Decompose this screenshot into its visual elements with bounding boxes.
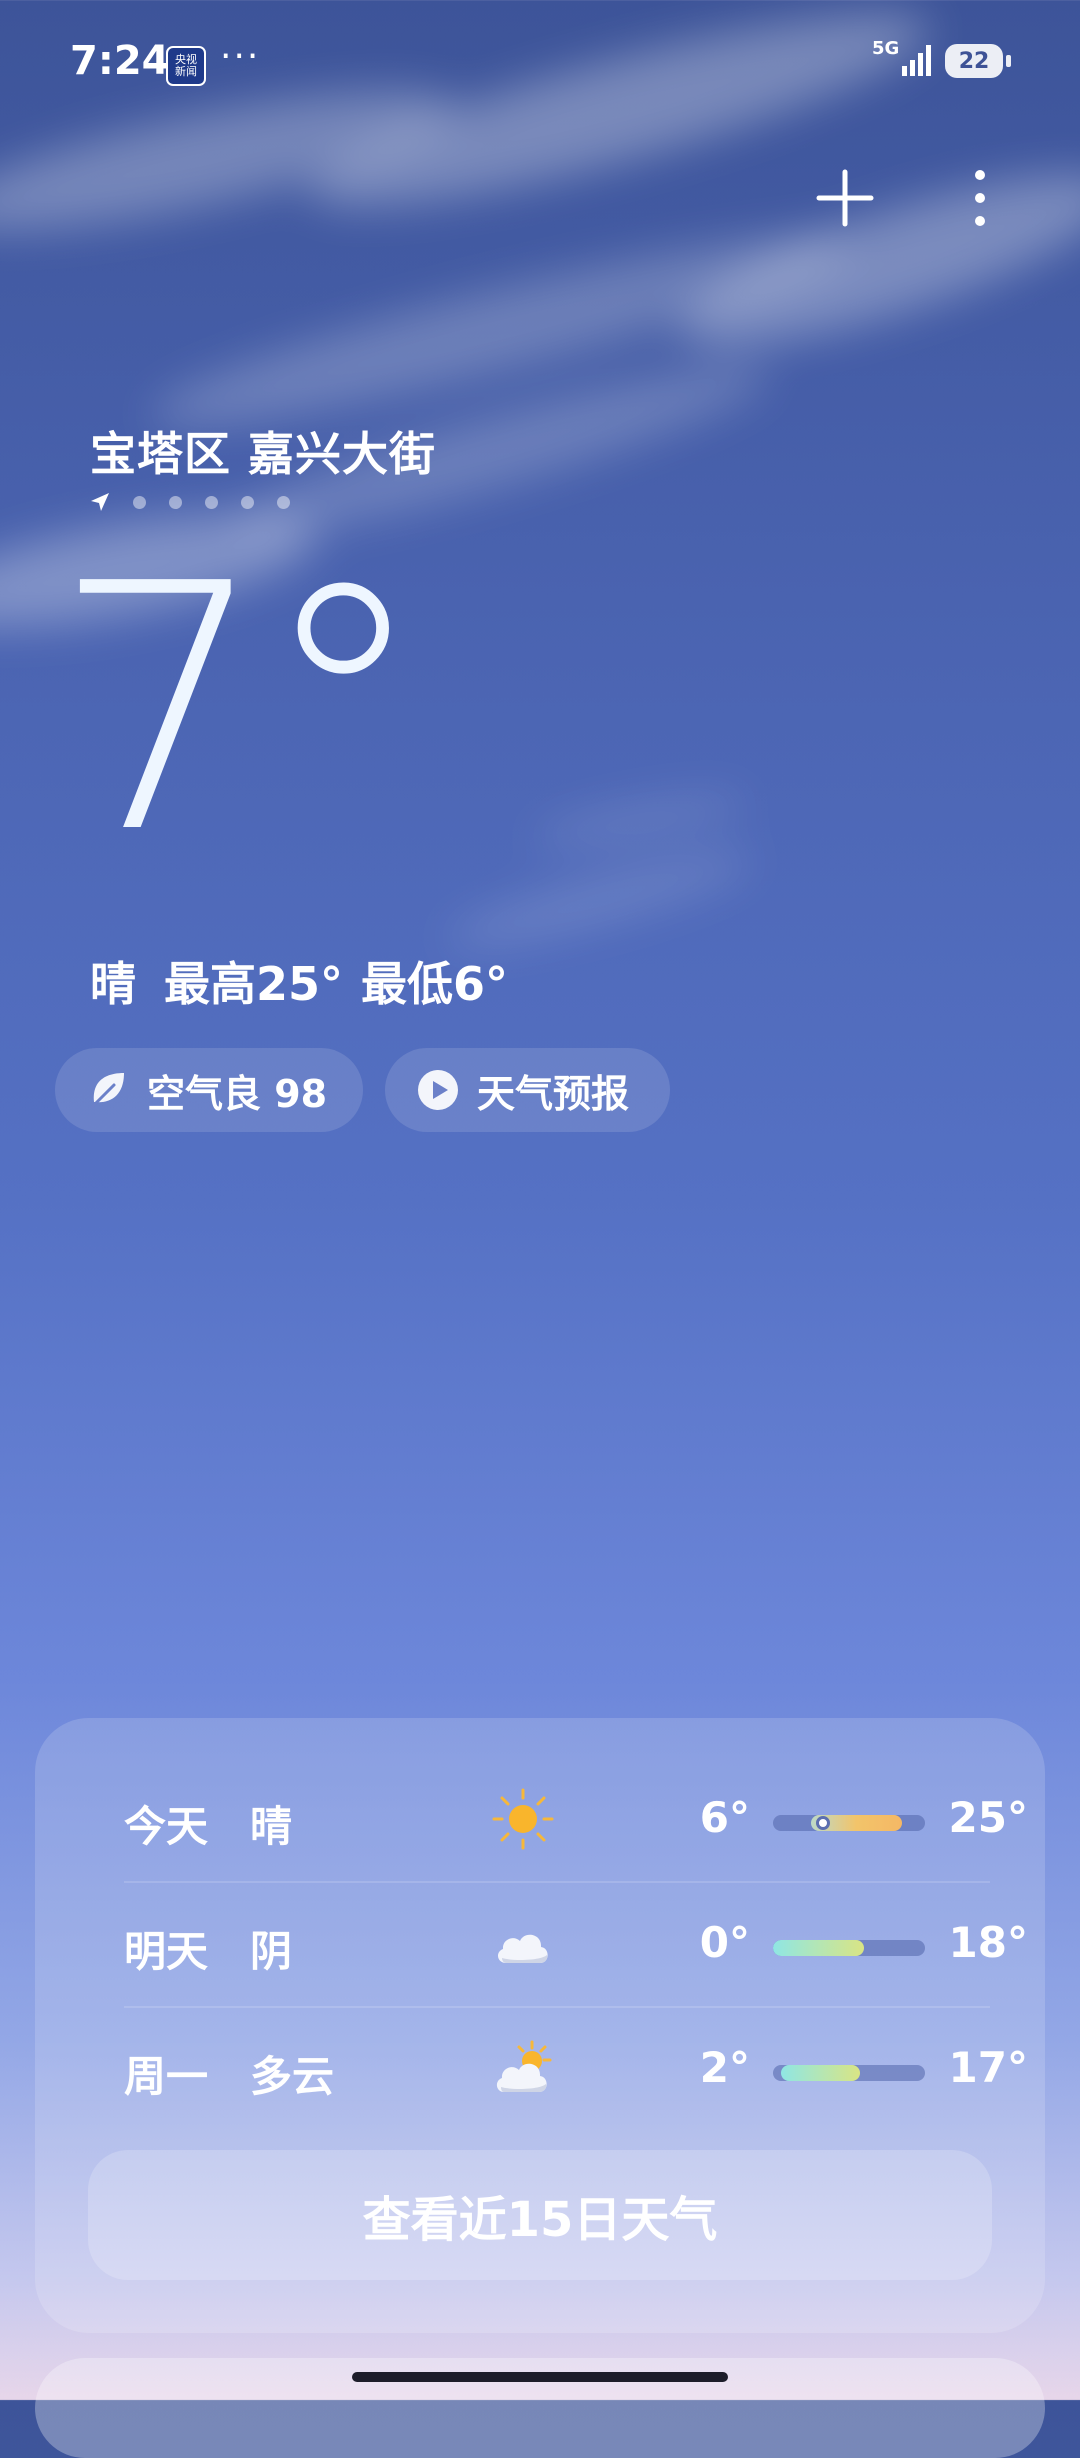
temperature-range-bar xyxy=(773,2065,925,2081)
page-dot xyxy=(241,495,254,509)
forecast-day: 周一 xyxy=(124,2052,209,2101)
forecast-high: 18° xyxy=(948,1918,1028,1967)
status-bar: 7:24 央视 新闻 ··· 5G 22 xyxy=(0,0,1080,120)
air-quality-label: 空气良 98 xyxy=(147,1071,328,1116)
today-low: 最低6° xyxy=(361,957,509,1011)
forecast-day: 今天 xyxy=(124,1802,209,1851)
forecast-low: 0° xyxy=(699,1918,750,1967)
range-fill-tomorrow xyxy=(773,1940,865,1956)
forecast-row-monday[interactable]: 周一 多云 2° 17° xyxy=(90,2008,1028,2133)
battery-icon: 22 xyxy=(945,44,1011,78)
signal-icon xyxy=(902,45,931,76)
network-type: 5G xyxy=(872,38,900,59)
forecast-low: 2° xyxy=(699,2043,750,2092)
forecast-condition: 晴 xyxy=(250,1802,293,1851)
forecast-day: 明天 xyxy=(124,1927,209,1976)
current-temp-marker xyxy=(815,1816,830,1830)
page-dot xyxy=(277,495,290,509)
partly-cloudy-icon xyxy=(496,2040,552,2092)
location-arrow-icon xyxy=(91,493,109,511)
page-dot xyxy=(133,495,146,509)
weather-forecast-chip[interactable]: 天气预报 xyxy=(385,1048,670,1132)
forecast-high: 17° xyxy=(948,2043,1028,2092)
today-high: 最高25° xyxy=(164,957,344,1011)
play-icon xyxy=(417,1069,459,1111)
battery-level: 22 xyxy=(958,48,990,74)
leaf-icon xyxy=(87,1069,129,1111)
home-indicator[interactable] xyxy=(352,2372,728,2382)
page-dot xyxy=(205,495,218,509)
news-app-icon: 央视 新闻 xyxy=(166,46,206,86)
add-city-icon[interactable] xyxy=(815,168,875,228)
view-15-day-button[interactable]: 查看近15日天气 xyxy=(88,2150,992,2280)
more-options-icon[interactable] xyxy=(960,165,1000,231)
range-fill-monday xyxy=(780,2065,860,2081)
status-time: 7:24 xyxy=(70,38,170,84)
air-quality-chip[interactable]: 空气良 98 xyxy=(55,1048,363,1132)
location-name[interactable]: 宝塔区 嘉兴大街 xyxy=(90,418,436,484)
news-badge-label: 央视 新闻 xyxy=(175,53,197,78)
city-page-indicator xyxy=(90,492,290,512)
forecast-condition: 多云 xyxy=(250,2052,335,2101)
forecast-condition: 阴 xyxy=(250,1927,293,1976)
weather-summary: 晴最高25° 最低6° xyxy=(90,948,536,1014)
current-condition: 晴 xyxy=(90,957,136,1011)
weather-forecast-label: 天气预报 xyxy=(477,1071,630,1116)
temperature-range-bar xyxy=(773,1940,925,1956)
page-dot xyxy=(169,495,182,509)
current-temperature: 7° xyxy=(52,512,428,908)
sun-icon xyxy=(492,1788,554,1850)
notification-more-dots: ··· xyxy=(220,36,261,77)
forecast-high: 25° xyxy=(948,1793,1028,1842)
forecast-row-tomorrow[interactable]: 明天 阴 0° 18° xyxy=(90,1883,1028,2008)
forecast-low: 6° xyxy=(699,1793,750,1842)
cloud-icon xyxy=(497,1934,548,1963)
forecast-row-today[interactable]: 今天 晴 6° 25° xyxy=(90,1758,1028,1883)
temperature-range-bar xyxy=(773,1815,925,1831)
